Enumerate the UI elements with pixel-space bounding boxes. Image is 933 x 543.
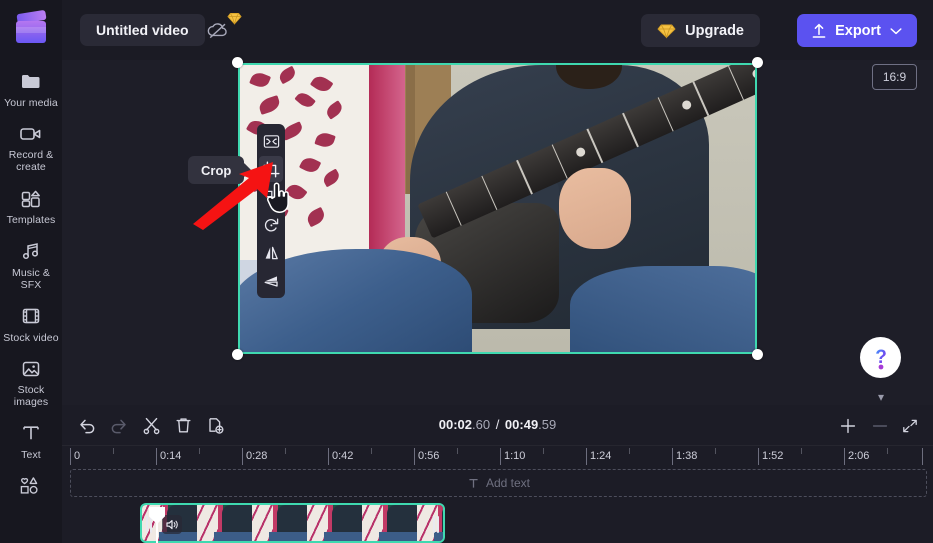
video-preview-frame[interactable] [238,63,757,354]
current-time-frac: .60 [472,417,490,432]
sidebar-item-stock-video[interactable]: Stock video [0,297,62,350]
sidebar-item-stock-images[interactable]: Stock images [0,350,62,414]
zoom-in-button[interactable] [837,415,859,437]
video-camera-icon [18,122,44,146]
skew-icon[interactable] [259,268,283,294]
resize-handle-bottom-right[interactable] [752,349,763,360]
export-button-label: Export [835,23,881,39]
ruler-tick-label: 1:10 [504,450,525,462]
export-button[interactable]: Export [797,14,917,47]
ruler-tick-label: 0 [74,450,80,462]
timeline-ruler[interactable]: 0 0:14 0:28 0:42 0:56 1:10 1:24 1:38 1:5… [62,445,933,467]
help-button[interactable]: ? [860,337,901,378]
duplicate-button[interactable] [202,413,228,437]
image-tools-strip [257,124,285,298]
resize-handle-bottom-left[interactable] [232,349,243,360]
speaker-icon[interactable] [162,515,182,534]
add-text-track[interactable]: Add text [70,469,927,497]
total-time: 00:49 [505,417,538,432]
sidebar-item-shapes[interactable] [0,467,62,504]
text-t-icon [467,477,480,490]
pan-hand-icon[interactable] [259,184,283,210]
ruler-tick-label: 0:28 [246,450,267,462]
preview-stage: 16:9 [62,60,933,405]
timeline-clip[interactable] [140,503,445,543]
sidebar-item-label: Stock video [3,332,58,344]
rotate-icon[interactable] [259,212,283,238]
zoom-out-button[interactable] [869,415,891,437]
video-preview-selection[interactable] [238,63,757,354]
clip-thumbnails [142,505,443,541]
ruler-tick-label: 1:52 [762,450,783,462]
add-text-label: Add text [486,476,530,490]
sidebar-item-label: Templates [7,214,56,226]
total-time-frac: .59 [538,417,556,432]
collapse-stage-chevron-icon[interactable]: ▾ [868,389,894,405]
timeline-panel: 00:02.60 / 00:49.59 0 0:14 0:28 0:42 0:5… [62,405,933,543]
upgrade-button-label: Upgrade [685,23,744,39]
resize-handle-top-left[interactable] [232,57,243,68]
chevron-down-icon [889,26,903,36]
upgrade-button[interactable]: Upgrade [641,14,760,47]
clipchamp-editor-window: Your media Record & create Templates Mus… [0,0,933,543]
sidebar-item-templates[interactable]: Templates [0,179,62,232]
fit-timeline-button[interactable] [899,415,921,437]
crop-tooltip: Crop [188,156,244,184]
undo-button[interactable] [74,413,100,437]
redo-button[interactable] [106,413,132,437]
premium-diamond-icon [226,11,242,25]
left-sidebar: Your media Record & create Templates Mus… [0,0,62,543]
ruler-tick-label: 2:06 [848,450,869,462]
fit-frame-icon[interactable] [259,128,283,154]
upload-arrow-icon [811,22,827,39]
sidebar-items: Your media Record & create Templates Mus… [0,62,62,504]
resize-handle-top-right[interactable] [752,57,763,68]
clipchamp-logo[interactable] [14,10,48,46]
aspect-ratio-badge[interactable]: 16:9 [872,64,917,90]
ruler-tick-label: 0:56 [418,450,439,462]
ruler-tick-label: 1:38 [676,450,697,462]
ruler-tick-label: 0:42 [332,450,353,462]
ruler-tick-label: 0:14 [160,450,181,462]
project-title-input[interactable]: Untitled video [80,14,205,46]
playhead[interactable] [156,507,158,543]
templates-grid-icon [18,186,44,210]
sidebar-item-label: Record & create [2,150,60,173]
sidebar-item-label: Music & SFX [2,267,60,291]
crop-icon[interactable] [259,156,283,182]
text-t-icon [18,421,44,445]
time-readout: 00:02.60 / 00:49.59 [439,417,557,432]
logo-board [16,21,46,43]
sidebar-item-your-media[interactable]: Your media [0,62,62,115]
ruler-tick-label: 1:24 [590,450,611,462]
delete-button[interactable] [170,413,196,437]
current-time: 00:02 [439,417,472,432]
diamond-icon [657,23,676,39]
flip-horizontal-icon[interactable] [259,240,283,266]
sidebar-item-label: Your media [4,97,58,109]
music-note-icon [18,239,44,263]
sidebar-item-label: Text [21,449,41,461]
video-content [240,65,755,352]
sidebar-item-record-create[interactable]: Record & create [0,115,62,179]
shapes-icon [18,474,44,498]
clip-trim-handle-right[interactable] [432,514,440,534]
split-button[interactable] [138,413,164,437]
question-mark-icon: ? [870,345,892,371]
film-strip-icon [18,304,44,328]
sidebar-item-label: Stock images [2,385,60,408]
sidebar-item-text[interactable]: Text [0,414,62,467]
folder-icon [18,69,44,93]
sidebar-item-music-sfx[interactable]: Music & SFX [0,232,62,297]
timeline-tracks: Add text Saigal blues fil [62,467,933,543]
image-icon [18,357,44,381]
timeline-toolbar: 00:02.60 / 00:49.59 [62,405,933,445]
top-bar: Untitled video Upgrade [62,0,933,60]
